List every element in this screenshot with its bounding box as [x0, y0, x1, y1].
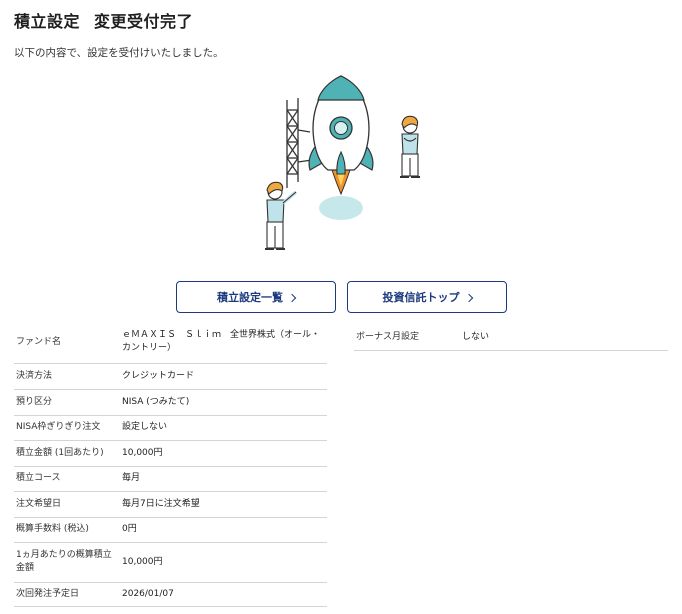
row-label: 決済方法 [14, 363, 120, 390]
intro-message: 以下の内容で、設定を受付けいたしました。 [14, 47, 224, 59]
row-label: 積立コース [14, 466, 120, 492]
table-row: 次回発注予定日 2026/01/07 [14, 582, 327, 607]
table-row: ファンド名 ｅＭＡＸＩＳ Ｓｌｉｍ 全世界株式（オール・カントリー） [14, 322, 327, 364]
rocket-launch-illustration [265, 75, 420, 250]
fund-top-button-label: 投資信託トップ [382, 292, 460, 304]
bonus-setting-table: ボーナス月設定 しない [354, 322, 668, 351]
chevron-right-icon [464, 293, 473, 302]
bonus-setting-value: しない [460, 322, 668, 351]
row-label: 積立金額 (1回あたり) [14, 440, 120, 467]
settings-list-button[interactable]: 積立設定一覧 [176, 281, 336, 313]
row-value: ｅＭＡＸＩＳ Ｓｌｉｍ 全世界株式（オール・カントリー） [120, 322, 327, 364]
table-row: 積立コース 毎月 [14, 466, 327, 492]
table-row: ボーナス月設定 しない [354, 322, 668, 351]
row-label: 次回発注予定日 [14, 582, 120, 607]
table-row: 注文希望日 毎月7日に注文希望 [14, 491, 327, 518]
table-row: NISA枠ぎりぎり注文 設定しない [14, 415, 327, 441]
table-row: 積立金額 (1回あたり) 10,000円 [14, 440, 327, 467]
page-title-main: 積立設定 [14, 12, 81, 31]
row-label: 注文希望日 [14, 491, 120, 518]
row-value: 2026/01/07 [120, 582, 327, 607]
row-value: 設定しない [120, 415, 327, 441]
row-label: 預り区分 [14, 389, 120, 416]
person-right-figure [400, 115, 420, 178]
row-value: クレジットカード [120, 363, 327, 390]
row-value: 毎月7日に注文希望 [120, 491, 327, 518]
bonus-setting-label: ボーナス月設定 [354, 322, 460, 351]
row-label: 概算手数料 (税込) [14, 517, 120, 543]
launch-shadow [319, 196, 363, 220]
launch-tower [286, 98, 313, 188]
chevron-right-icon [287, 293, 297, 302]
table-row: 預り区分 NISA (つみたて) [14, 389, 327, 416]
row-label: NISA枠ぎりぎり注文 [14, 415, 120, 441]
order-detail-table: ファンド名 ｅＭＡＸＩＳ Ｓｌｉｍ 全世界株式（オール・カントリー） 決済方法 … [14, 322, 327, 607]
row-value: 毎月 [120, 466, 327, 492]
person-left-figure [265, 181, 298, 250]
row-value: NISA (つみたて) [120, 389, 327, 416]
row-label: 1ヵ月あたりの概算積立金額 [14, 542, 120, 583]
row-value: 10,000円 [120, 542, 327, 583]
row-value: 0円 [120, 517, 327, 543]
table-row: 概算手数料 (税込) 0円 [14, 517, 327, 543]
row-value: 10,000円 [120, 440, 327, 467]
table-row: 決済方法 クレジットカード [14, 363, 327, 390]
row-label: ファンド名 [14, 322, 120, 364]
settings-list-button-label: 積立設定一覧 [217, 292, 283, 304]
page-title-sub: 変更受付完了 [94, 12, 194, 31]
table-row: 1ヵ月あたりの概算積立金額 10,000円 [14, 542, 327, 583]
page-title: 積立設定 変更受付完了 [14, 8, 193, 32]
fund-top-button[interactable]: 投資信託トップ [347, 281, 507, 313]
